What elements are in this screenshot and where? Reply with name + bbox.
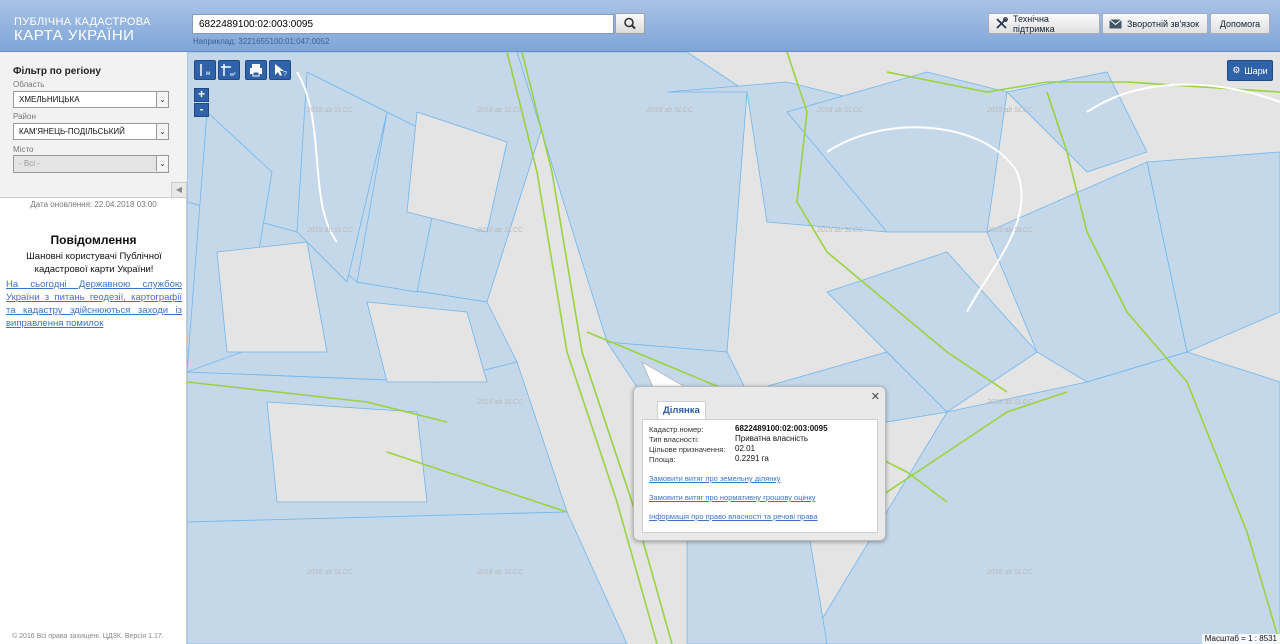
tab-parcel[interactable]: Ділянка <box>657 401 706 420</box>
map-watermark: 2018 ab SLCC <box>306 227 354 234</box>
map-watermark: 2018 ab SLCC <box>476 569 524 576</box>
zoom-out-button[interactable]: - <box>194 103 209 117</box>
scale-label: Масштаб = 1 : 8531 <box>1201 634 1280 644</box>
city-label: Місто <box>13 145 34 154</box>
layers-button[interactable]: ⚙ Шари <box>1227 60 1273 81</box>
cadastral-map[interactable]: 2018 ab SLCC 2018 ab SLCC 2018 ab SLCC 2… <box>187 52 1280 644</box>
purpose-value: 02.01 <box>735 444 756 453</box>
purpose-label: Цільове призначення: <box>649 445 726 454</box>
sidebar: Фільтр по регіону Область ХМЕЛЬНИЦЬКА ⌄ … <box>0 52 187 644</box>
rayon-value: КАМ'ЯНЕЦЬ-ПОДІЛЬСЬКИЙ <box>19 127 125 136</box>
search-hint: Наприклад: 3221655100:01:047:0052 <box>193 37 330 46</box>
map-watermark: 2018 ab SLCC <box>476 227 524 234</box>
pointer-question-icon: ? <box>275 64 287 78</box>
map-watermark: 2018 ab SLCC <box>306 569 354 576</box>
city-select[interactable]: - Всі - ⌄ <box>13 155 169 173</box>
oblast-select[interactable]: ХМЕЛЬНИЦЬКА ⌄ <box>13 91 169 108</box>
rayon-label: Район <box>13 112 36 121</box>
search-input[interactable] <box>192 14 614 34</box>
map-watermark: 2018 ab SLCC <box>476 399 524 406</box>
zoom-in-button[interactable]: + <box>194 88 209 102</box>
layers-label: Шари <box>1244 65 1268 76</box>
measure-distance-button[interactable]: м <box>194 60 216 80</box>
map-watermark: 2018 ab SLCC <box>986 107 1034 114</box>
oblast-value: ХМЕЛЬНИЦЬКА <box>19 95 80 104</box>
parcel-info-popup: ✕ Ділянка Кадастр.номер: 6822489100:02:0… <box>633 386 886 541</box>
search-button[interactable] <box>615 13 645 34</box>
map-watermark: 2018 ab SLCC <box>646 107 694 114</box>
map-watermark: 2018 ab SLCC <box>986 227 1034 234</box>
logo-title[interactable]: КАРТА УКРАЇНИ <box>14 27 134 44</box>
ownership-type-value: Приватна власність <box>735 434 809 443</box>
print-icon <box>250 64 262 77</box>
parcel-details: Кадастр.номер: 6822489100:02:003:0095 Ти… <box>642 419 878 533</box>
feedback-label: Зворотній зв'язок <box>1127 18 1200 29</box>
svg-text:?: ? <box>283 71 287 78</box>
filter-title: Фільтр по регіону <box>13 66 101 77</box>
map-watermark: 2018 ab SLCC <box>986 399 1034 406</box>
cadastral-number-value: 6822489100:02:003:0095 <box>735 424 828 433</box>
region-filter: Фільтр по регіону Область ХМЕЛЬНИЦЬКА ⌄ … <box>0 52 187 198</box>
copyright: © 2016 Всі права захищені. ЦДЗК. Версія … <box>12 633 164 640</box>
help-button[interactable]: Допомога <box>1210 13 1270 34</box>
order-valuation-extract-link[interactable]: Замовити витяг про нормативну грошову оц… <box>649 493 815 502</box>
collapse-sidebar-button[interactable]: ◀ <box>171 182 187 198</box>
ownership-info-link[interactable]: Інформація про право власності та речові… <box>649 512 818 521</box>
identify-button[interactable]: ? <box>269 60 291 80</box>
envelope-icon <box>1109 18 1122 28</box>
update-date: Дата оновлення: 22.04.2018 03:00 <box>30 200 157 209</box>
ruler-line-icon: м <box>200 64 210 77</box>
ruler-area-icon: м² <box>221 64 236 78</box>
order-parcel-extract-link[interactable]: Замовити витяг про земельну ділянку <box>649 474 781 483</box>
oblast-label: Область <box>13 80 45 89</box>
support-button[interactable]: Технічна підтримка <box>988 13 1100 34</box>
chevron-down-icon: ⌄ <box>156 124 168 139</box>
print-button[interactable] <box>245 60 267 80</box>
map-watermark: 2018 ab SLCC <box>306 107 354 114</box>
help-label: Допомога <box>1219 18 1261 29</box>
notice-title: Повідомлення <box>50 233 137 247</box>
ownership-type-label: Тип власності: <box>649 435 699 444</box>
map-canvas[interactable]: 2018 ab SLCC 2018 ab SLCC 2018 ab SLCC 2… <box>187 52 1280 644</box>
gear-icon: ⚙ <box>1232 65 1241 75</box>
svg-text:м: м <box>206 71 210 77</box>
svg-text:м²: м² <box>230 72 236 78</box>
area-label: Площа: <box>649 455 676 464</box>
app-header: ПУБЛІЧНА КАДАСТРОВА КАРТА УКРАЇНИ Наприк… <box>0 0 1280 52</box>
map-watermark: 2018 ab SLCC <box>986 569 1034 576</box>
map-watermark: 2018 ab SLCC <box>476 107 524 114</box>
city-value: - Всі - <box>19 159 40 168</box>
support-label: Технічна підтримка <box>1013 13 1055 34</box>
rayon-select[interactable]: КАМ'ЯНЕЦЬ-ПОДІЛЬСЬКИЙ ⌄ <box>13 123 169 140</box>
notice-link[interactable]: На сьогодні Державною службою України з … <box>6 278 182 330</box>
tools-icon <box>996 17 1008 29</box>
notice-body: Шановні користувачі Публічної кадастрово… <box>26 251 162 275</box>
map-watermark: 2018 ab SLCC <box>816 227 864 234</box>
search-icon <box>624 17 636 30</box>
map-watermark: 2018 ab SLCC <box>816 107 864 114</box>
cadastral-number-label: Кадастр.номер: <box>649 425 704 434</box>
area-value: 0.2291 га <box>735 454 769 463</box>
feedback-button[interactable]: Зворотній зв'язок <box>1102 13 1208 34</box>
measure-area-button[interactable]: м² <box>218 60 240 80</box>
chevron-down-icon: ⌄ <box>156 92 168 107</box>
close-icon[interactable]: ✕ <box>871 390 880 403</box>
chevron-down-icon: ⌄ <box>156 156 168 171</box>
